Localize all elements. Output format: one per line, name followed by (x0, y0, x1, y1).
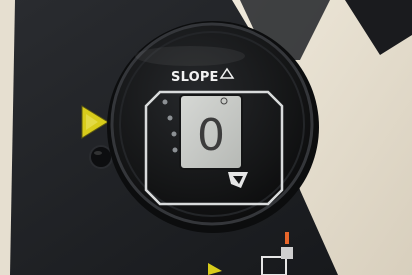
led-reflection (94, 151, 102, 155)
status-led (89, 145, 113, 169)
knob-highlight (135, 46, 245, 66)
indicator-dot-1 (162, 99, 168, 105)
lcd-reading: 0 (197, 110, 225, 161)
lower-block-icon (281, 247, 293, 259)
indicator-dot-2 (167, 115, 173, 121)
orange-indicator (285, 232, 289, 244)
slope-label: SLOPE (171, 70, 219, 85)
photo-scene: SLOPE 0 (0, 0, 412, 275)
indicator-dot-3 (171, 131, 177, 137)
photo-canvas: SLOPE 0 (0, 0, 412, 275)
indicator-dot-4 (172, 147, 178, 153)
